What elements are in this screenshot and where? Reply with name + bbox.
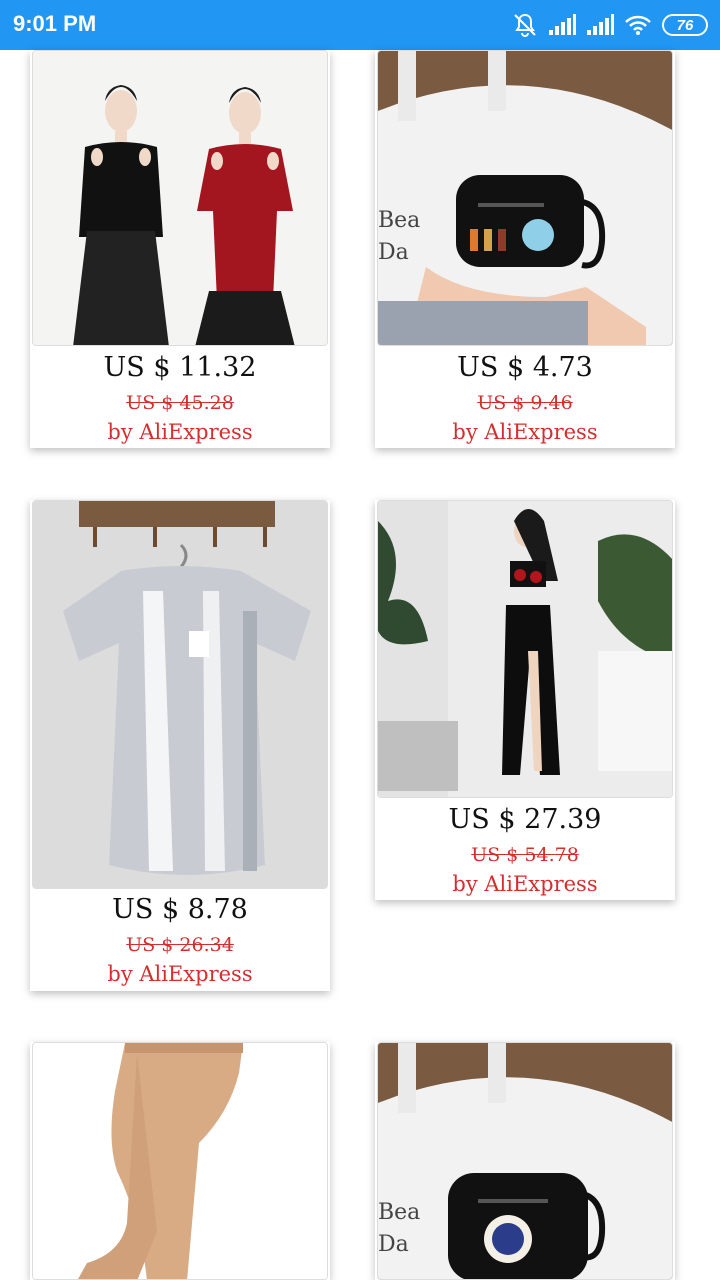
product-card[interactable]: Bea Da — [375, 1042, 675, 1280]
status-time: 9:01 PM — [13, 11, 97, 36]
svg-text:Da: Da — [378, 1232, 409, 1257]
svg-text:Bea: Bea — [378, 208, 420, 233]
signal-icon — [549, 14, 576, 35]
product-price: US $ 4.73 — [457, 352, 593, 383]
product-image[interactable] — [32, 50, 328, 346]
product-card[interactable]: US $ 8.78 US $ 26.34 by AliExpress — [30, 500, 330, 991]
product-card[interactable]: US $ 27.39 US $ 54.78 by AliExpress — [375, 500, 675, 900]
product-seller[interactable]: by AliExpress — [375, 420, 675, 444]
product-seller[interactable]: by AliExpress — [30, 962, 330, 986]
product-card[interactable] — [30, 1042, 330, 1280]
product-card[interactable]: US $ 11.32 US $ 45.28 by AliExpress — [30, 50, 330, 448]
product-price: US $ 8.78 — [112, 894, 248, 925]
product-card[interactable]: Bea Da US $ 4.73 US $ 9.46 by AliExpress — [375, 50, 675, 448]
product-price: US $ 11.32 — [103, 352, 257, 383]
wifi-icon — [625, 15, 651, 35]
product-seller[interactable]: by AliExpress — [375, 872, 675, 896]
product-original-price: US $ 54.78 — [471, 844, 579, 866]
mute-icon — [514, 13, 536, 37]
product-image[interactable] — [32, 1042, 328, 1280]
status-bar: 9:01 PM 76 — [0, 0, 720, 50]
product-image[interactable]: Bea Da — [377, 50, 673, 346]
product-image[interactable] — [32, 500, 328, 889]
status-icons: 76 — [512, 10, 708, 40]
battery-icon: 76 — [662, 14, 708, 36]
signal-icon — [587, 14, 614, 35]
battery-level: 76 — [676, 16, 694, 34]
product-image[interactable]: Bea Da — [377, 1042, 673, 1280]
product-original-price: US $ 26.34 — [126, 934, 234, 956]
product-image[interactable] — [377, 500, 673, 798]
svg-text:Da: Da — [378, 240, 409, 265]
product-seller[interactable]: by AliExpress — [30, 420, 330, 444]
product-original-price: US $ 9.46 — [477, 392, 573, 414]
product-price: US $ 27.39 — [448, 804, 602, 835]
svg-text:Bea: Bea — [378, 1200, 420, 1225]
product-original-price: US $ 45.28 — [126, 392, 234, 414]
